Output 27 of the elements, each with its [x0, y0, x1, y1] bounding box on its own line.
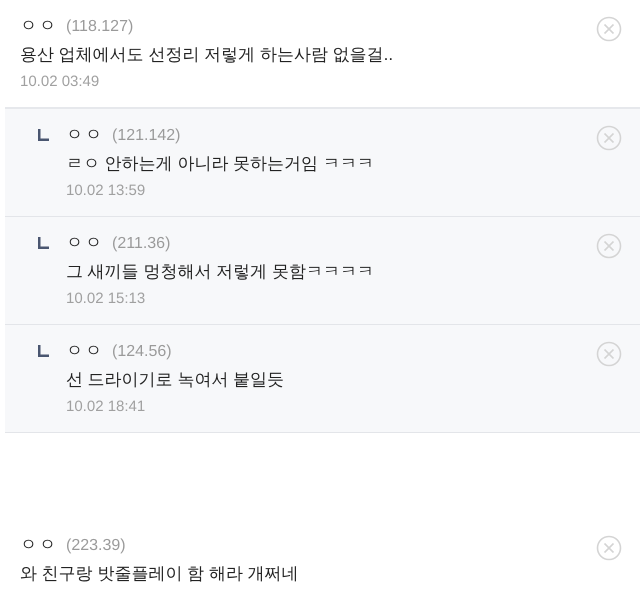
ip-address: (211.36)	[112, 234, 170, 254]
author-name: ㅇㅇ	[20, 534, 58, 556]
reply-corner-icon	[38, 129, 50, 141]
comment-text: 와 친구랑 밧줄플레이 함 해라 개쩌네	[20, 563, 299, 585]
author-name: ㅇㅇ	[66, 124, 104, 146]
author-name: ㅇㅇ	[66, 232, 104, 254]
close-icon[interactable]	[596, 125, 622, 151]
comment-date: 10.02 13:59	[66, 181, 146, 201]
comment-text: 선 드라이기로 녹여서 붙일듯	[66, 369, 284, 391]
close-icon[interactable]	[596, 16, 622, 42]
author-name: ㅇㅇ	[66, 340, 104, 362]
author-name: ㅇㅇ	[20, 15, 58, 37]
ip-address: (124.56)	[112, 342, 172, 362]
comment-date: 10.02 03:49	[20, 72, 100, 92]
comment-date: 10.02 18:41	[66, 397, 146, 417]
reply-corner-icon	[38, 237, 50, 249]
comment-text: 그 새끼들 멍청해서 저렇게 못함ㅋㅋㅋㅋ	[66, 261, 374, 283]
ip-address: (121.142)	[112, 126, 180, 146]
reply-corner-icon	[38, 345, 50, 357]
comment-date: 10.02 15:13	[66, 289, 146, 309]
close-icon[interactable]	[596, 535, 622, 561]
ip-address: (223.39)	[66, 536, 126, 556]
comment-text: ㄹㅇ 안하는게 아니라 못하는거임 ㅋㅋㅋ	[66, 153, 374, 175]
ip-address: (118.127)	[66, 17, 134, 37]
close-icon[interactable]	[596, 341, 622, 367]
comment-text: 용산 업체에서도 선정리 저렇게 하는사람 없을걸..	[20, 44, 394, 66]
close-icon[interactable]	[596, 233, 622, 259]
